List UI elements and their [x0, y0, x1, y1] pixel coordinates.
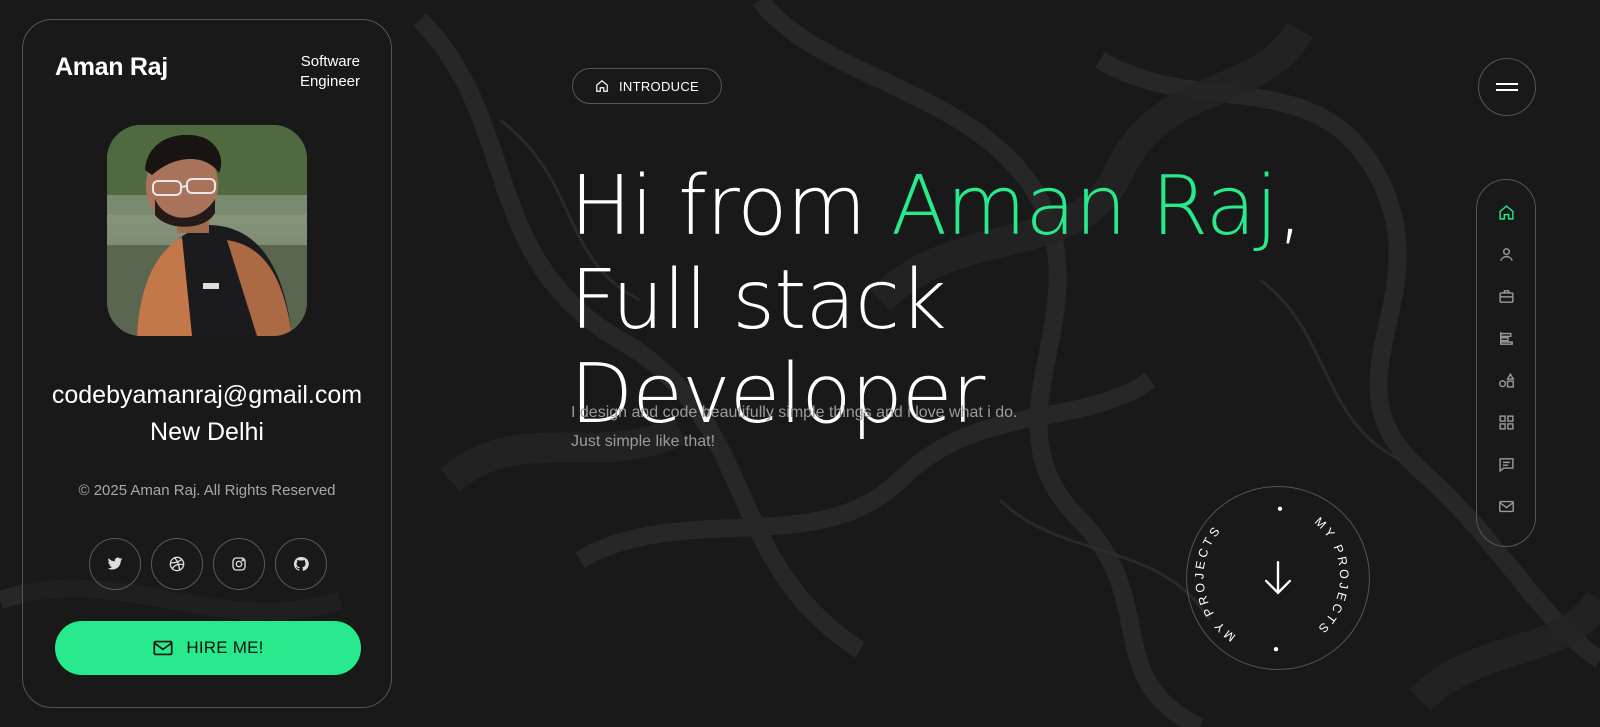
nav-about[interactable] [1492, 242, 1520, 266]
twitter-icon [107, 557, 123, 570]
nav-portfolio[interactable] [1492, 410, 1520, 434]
my-projects-badge[interactable]: MY PROJECTS MY PROJECTS [1186, 486, 1370, 670]
hero-description-line-2: Just simple like that! [571, 433, 716, 450]
align-left-icon [1499, 331, 1513, 345]
github-link[interactable] [275, 538, 327, 590]
mail-icon [153, 640, 173, 656]
user-icon [1499, 247, 1513, 261]
arrow-down-icon [1264, 560, 1292, 595]
nav-contact[interactable] [1492, 494, 1520, 518]
profile-role: Software Engineer [299, 53, 360, 90]
mail-icon [1498, 500, 1514, 512]
profile-photo [107, 125, 307, 336]
instagram-link[interactable] [213, 538, 265, 590]
hero-greeting: Hi from [570, 159, 891, 254]
hire-me-label: HIRE ME! [186, 638, 264, 657]
message-icon [1498, 457, 1514, 472]
social-links [89, 538, 327, 590]
nav-skills[interactable] [1492, 368, 1520, 392]
briefcase-icon [1498, 289, 1514, 303]
instagram-icon [232, 557, 246, 571]
hamburger-icon [1496, 83, 1518, 91]
projects-text-right: MY PROJECTS [1312, 514, 1351, 637]
hero-description: I design and code beautifully simple thi… [571, 398, 1091, 456]
nav-services[interactable] [1492, 326, 1520, 350]
nav-home[interactable] [1492, 200, 1520, 224]
grid-icon [1498, 414, 1514, 430]
home-icon [1498, 204, 1514, 220]
profile-email[interactable]: codebyamanraj@gmail.com [23, 381, 391, 410]
home-icon [596, 79, 608, 92]
dribbble-icon [169, 556, 185, 572]
hero-name: Aman Raj [891, 159, 1278, 254]
github-icon [293, 556, 309, 571]
profile-name: Aman Raj [55, 53, 168, 81]
introduce-chip: INTRODUCE [572, 68, 722, 104]
hero-comma: , [1277, 159, 1303, 254]
twitter-link[interactable] [89, 538, 141, 590]
shapes-icon [1498, 372, 1514, 388]
hire-me-button[interactable]: HIRE ME! [55, 621, 361, 675]
hero-description-line-1: I design and code beautifully simple thi… [571, 404, 1018, 421]
profile-card: Aman Raj Software Engineer codebyamanraj… [22, 19, 392, 708]
copyright-text: © 2025 Aman Raj. All Rights Reserved [78, 482, 336, 499]
introduce-label: INTRODUCE [619, 78, 699, 94]
profile-city: New Delhi [150, 418, 264, 446]
side-navigation [1476, 179, 1536, 547]
projects-text-left: MY PROJECTS [1192, 522, 1238, 644]
menu-button[interactable] [1478, 58, 1536, 116]
nav-resume[interactable] [1492, 284, 1520, 308]
dribbble-link[interactable] [151, 538, 203, 590]
nav-testimonial[interactable] [1492, 452, 1520, 476]
